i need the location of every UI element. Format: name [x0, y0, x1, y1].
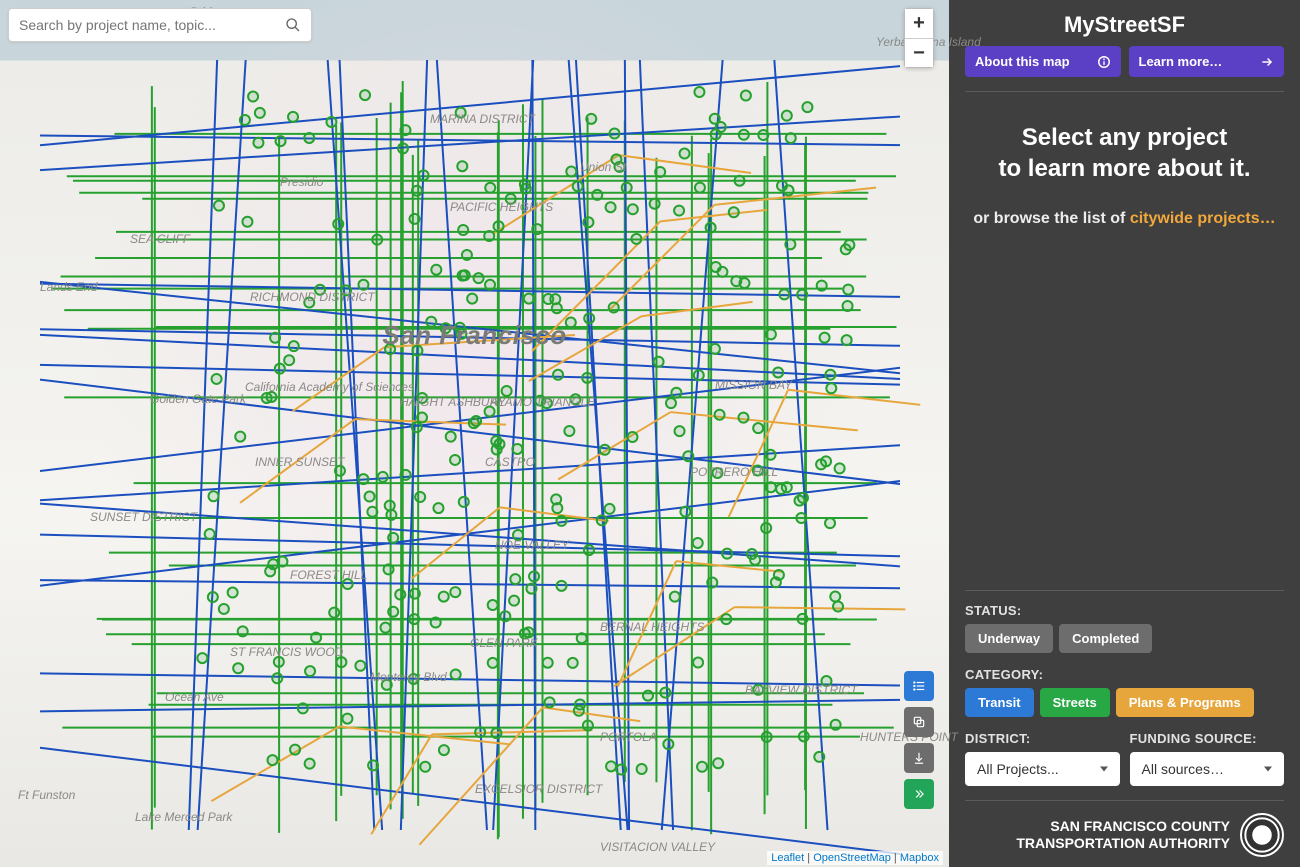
about-button-label: About this map [975, 54, 1070, 69]
filters: STATUS: Underway Completed CATEGORY: Tra… [965, 590, 1284, 857]
district-dropdown[interactable]: All Projects... [965, 752, 1120, 786]
prompt-line-1: Select any project [965, 122, 1284, 153]
org-seal-icon [1240, 813, 1284, 857]
attribution-leaflet[interactable]: Leaflet [771, 852, 804, 864]
funding-dropdown[interactable]: All sources… [1130, 752, 1285, 786]
footer-org: SAN FRANCISCO COUNTY TRANSPORTATION AUTH… [965, 800, 1284, 857]
select-prompt: Select any project to learn more about i… [965, 122, 1284, 184]
map-side-buttons [904, 671, 934, 809]
copy-icon [912, 715, 926, 729]
info-icon [1097, 55, 1111, 69]
search-input[interactable] [19, 17, 285, 33]
attribution-mapbox[interactable]: Mapbox [900, 852, 939, 864]
copy-button[interactable] [904, 707, 934, 737]
search-icon[interactable] [285, 17, 301, 33]
map-project-overlay [0, 0, 949, 867]
category-plans-chip[interactable]: Plans & Programs [1116, 688, 1254, 717]
prompt-line-2: to learn more about it. [965, 153, 1284, 184]
zoom-out-button[interactable]: − [905, 38, 933, 67]
category-transit-chip[interactable]: Transit [965, 688, 1034, 717]
learn-more-button[interactable]: Learn more… [1129, 46, 1285, 77]
search-container [8, 8, 312, 42]
side-panel: MyStreetSF About this map Learn more… Se… [949, 0, 1300, 867]
org-line-2: TRANSPORTATION AUTHORITY [1016, 835, 1230, 853]
status-chips: Underway Completed [965, 624, 1284, 653]
browse-prefix: or browse the list of [973, 210, 1129, 227]
citywide-projects-link[interactable]: citywide projects… [1130, 210, 1276, 227]
zoom-control: + − [904, 8, 934, 68]
list-button[interactable] [904, 671, 934, 701]
dropdown-row: DISTRICT: All Projects... FUNDING SOURCE… [965, 731, 1284, 786]
divider [965, 91, 1284, 92]
org-line-1: SAN FRANCISCO COUNTY [1016, 818, 1230, 836]
about-button[interactable]: About this map [965, 46, 1121, 77]
browse-line: or browse the list of citywide projects… [965, 210, 1284, 228]
list-icon [912, 679, 926, 693]
learn-more-label: Learn more… [1139, 54, 1223, 69]
status-label: STATUS: [965, 603, 1284, 618]
collapse-panel-button[interactable] [904, 779, 934, 809]
panel-top-actions: About this map Learn more… [965, 46, 1284, 77]
category-chips: Transit Streets Plans & Programs [965, 688, 1284, 717]
chevrons-right-icon [912, 787, 926, 801]
zoom-in-button[interactable]: + [905, 9, 933, 38]
arrow-right-icon [1260, 55, 1274, 69]
status-underway-chip[interactable]: Underway [965, 624, 1053, 653]
map-area[interactable]: San Francisco MARINA DISTRICTPresidioSEA… [0, 0, 949, 867]
download-icon [912, 751, 926, 765]
download-button[interactable] [904, 743, 934, 773]
category-streets-chip[interactable]: Streets [1040, 688, 1110, 717]
funding-label: FUNDING SOURCE: [1130, 731, 1285, 746]
attribution-osm[interactable]: OpenStreetMap [813, 852, 891, 864]
district-label: DISTRICT: [965, 731, 1120, 746]
panel-spacer [965, 228, 1284, 590]
app-title: MyStreetSF [965, 12, 1284, 38]
category-label: CATEGORY: [965, 667, 1284, 682]
status-completed-chip[interactable]: Completed [1059, 624, 1152, 653]
map-attribution: Leaflet | OpenStreetMap | Mapbox [767, 851, 943, 865]
